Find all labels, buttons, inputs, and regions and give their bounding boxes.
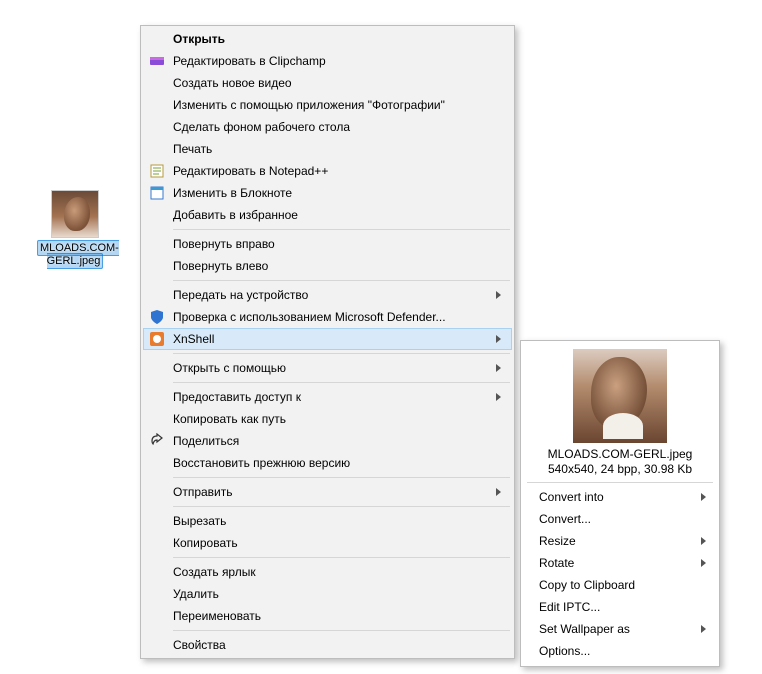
menu-rotate-cw[interactable]: Повернуть вправо	[143, 233, 512, 255]
menu-notepadpp[interactable]: Редактировать в Notepad++	[143, 160, 512, 182]
chevron-right-icon	[496, 291, 502, 299]
desktop-file[interactable]: MLOADS.COM-GERL.jpeg	[37, 190, 113, 268]
submenu-convert[interactable]: Convert...	[523, 508, 717, 530]
preview-thumbnail	[573, 349, 667, 443]
submenu-resize[interactable]: Resize	[523, 530, 717, 552]
menu-separator	[173, 630, 510, 631]
menu-rotate-ccw[interactable]: Повернуть влево	[143, 255, 512, 277]
menu-clipchamp[interactable]: Редактировать в Clipchamp	[143, 50, 512, 72]
submenu-convert-into[interactable]: Convert into	[523, 486, 717, 508]
chevron-right-icon	[701, 559, 707, 567]
clipchamp-icon	[149, 53, 165, 69]
menu-separator	[527, 482, 713, 483]
file-label: MLOADS.COM-GERL.jpeg	[37, 242, 113, 268]
share-icon	[149, 433, 165, 449]
notepad-icon	[149, 185, 165, 201]
menu-print[interactable]: Печать	[143, 138, 512, 160]
menu-send-to[interactable]: Отправить	[143, 481, 512, 503]
menu-xnshell[interactable]: XnShell	[143, 328, 512, 350]
menu-copy-path[interactable]: Копировать как путь	[143, 408, 512, 430]
menu-open[interactable]: Открыть	[143, 28, 512, 50]
menu-notepad[interactable]: Изменить в Блокноте	[143, 182, 512, 204]
chevron-right-icon	[701, 493, 707, 501]
menu-rename[interactable]: Переименовать	[143, 605, 512, 627]
menu-separator	[173, 557, 510, 558]
menu-separator	[173, 353, 510, 354]
menu-separator	[173, 382, 510, 383]
xnshell-submenu: MLOADS.COM-GERL.jpeg 540x540, 24 bpp, 30…	[520, 340, 720, 667]
submenu-rotate[interactable]: Rotate	[523, 552, 717, 574]
preview-filename: MLOADS.COM-GERL.jpeg	[523, 447, 717, 462]
submenu-preview: MLOADS.COM-GERL.jpeg 540x540, 24 bpp, 30…	[523, 345, 717, 479]
chevron-right-icon	[496, 488, 502, 496]
menu-delete[interactable]: Удалить	[143, 583, 512, 605]
menu-copy[interactable]: Копировать	[143, 532, 512, 554]
menu-favorites[interactable]: Добавить в избранное	[143, 204, 512, 226]
menu-wallpaper[interactable]: Сделать фоном рабочего стола	[143, 116, 512, 138]
chevron-right-icon	[701, 537, 707, 545]
menu-cast[interactable]: Передать на устройство	[143, 284, 512, 306]
menu-give-access[interactable]: Предоставить доступ к	[143, 386, 512, 408]
menu-properties[interactable]: Свойства	[143, 634, 512, 656]
submenu-set-wallpaper[interactable]: Set Wallpaper as	[523, 618, 717, 640]
menu-separator	[173, 477, 510, 478]
chevron-right-icon	[701, 625, 707, 633]
menu-separator	[173, 229, 510, 230]
chevron-right-icon	[496, 393, 502, 401]
menu-shortcut[interactable]: Создать ярлык	[143, 561, 512, 583]
submenu-edit-iptc[interactable]: Edit IPTC...	[523, 596, 717, 618]
preview-metadata: 540x540, 24 bpp, 30.98 Kb	[523, 462, 717, 477]
shield-icon	[149, 309, 165, 325]
menu-separator	[173, 280, 510, 281]
menu-open-with[interactable]: Открыть с помощью	[143, 357, 512, 379]
menu-photos-app[interactable]: Изменить с помощью приложения "Фотографи…	[143, 94, 512, 116]
menu-cut[interactable]: Вырезать	[143, 510, 512, 532]
menu-defender[interactable]: Проверка с использованием Microsoft Defe…	[143, 306, 512, 328]
file-thumbnail	[51, 190, 99, 238]
menu-separator	[173, 506, 510, 507]
context-menu: Открыть Редактировать в Clipchamp Создат…	[140, 25, 515, 659]
chevron-right-icon	[496, 364, 502, 372]
submenu-copy-clipboard[interactable]: Copy to Clipboard	[523, 574, 717, 596]
menu-restore-prev[interactable]: Восстановить прежнюю версию	[143, 452, 512, 474]
menu-share[interactable]: Поделиться	[143, 430, 512, 452]
xnshell-icon	[149, 331, 165, 347]
submenu-options[interactable]: Options...	[523, 640, 717, 662]
menu-new-video[interactable]: Создать новое видео	[143, 72, 512, 94]
notepadpp-icon	[149, 163, 165, 179]
chevron-right-icon	[496, 335, 502, 343]
